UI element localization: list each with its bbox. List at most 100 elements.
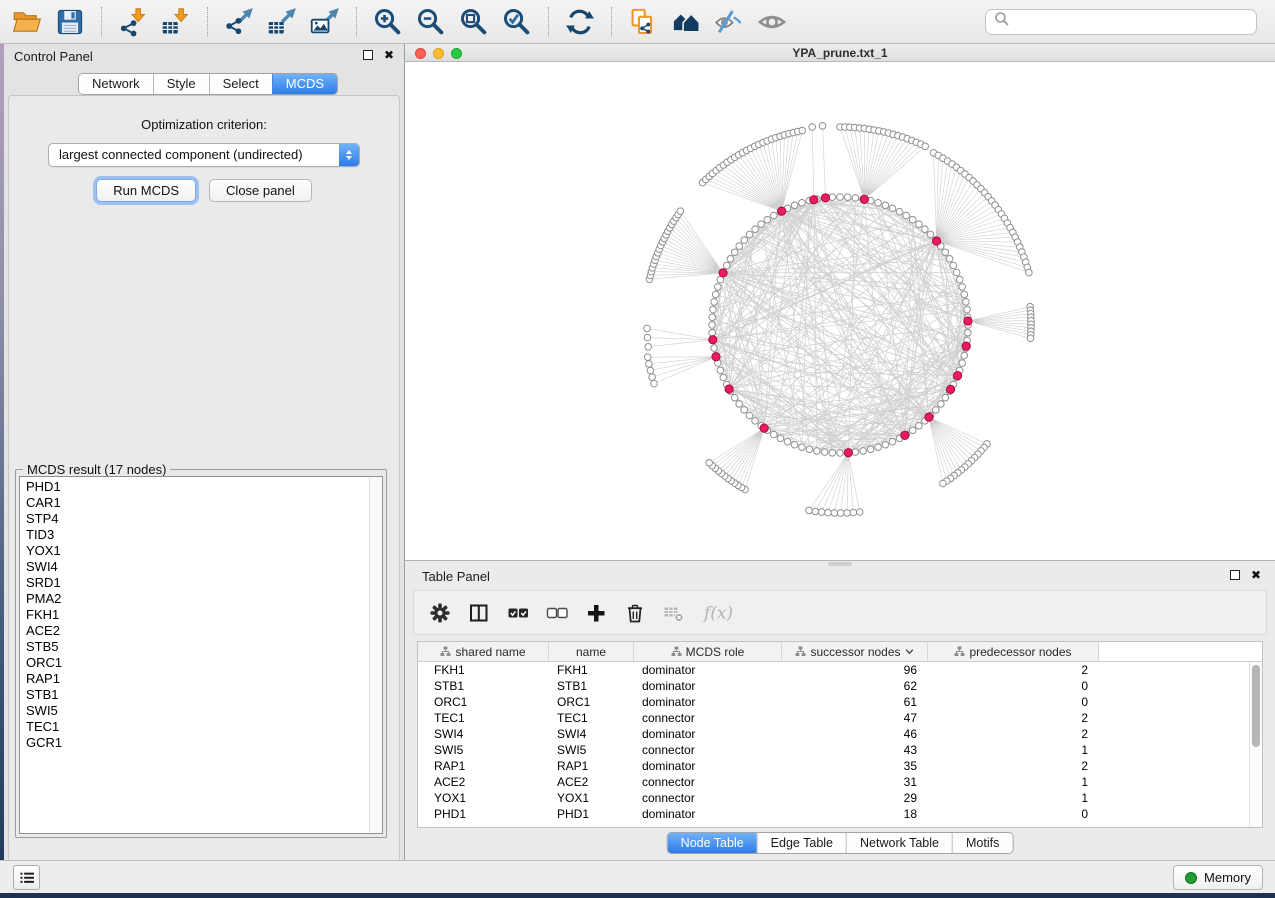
tab-mcds[interactable]: MCDS bbox=[272, 74, 337, 94]
add-row-icon[interactable] bbox=[585, 602, 607, 624]
table-scrollbar[interactable] bbox=[1249, 662, 1262, 827]
table-row-stb1[interactable]: STB1STB1dominator620 bbox=[418, 678, 1262, 694]
network-window-title: YPA_prune.txt_1 bbox=[405, 46, 1275, 60]
function-builder-icon-disabled: f(x) bbox=[702, 602, 736, 624]
desktop-edge bbox=[0, 893, 1275, 898]
cell: 1 bbox=[928, 774, 1099, 790]
search-box[interactable] bbox=[985, 9, 1257, 35]
open-file-icon[interactable] bbox=[10, 6, 44, 38]
table-row-tec1[interactable]: TEC1TEC1connector472 bbox=[418, 710, 1262, 726]
clone-network-icon[interactable] bbox=[626, 6, 660, 38]
select-all-icon[interactable] bbox=[507, 602, 529, 624]
table-row-phd1[interactable]: PHD1PHD1dominator180 bbox=[418, 806, 1262, 822]
result-node-pma2[interactable]: PMA2 bbox=[20, 591, 382, 607]
close-panel-button[interactable]: Close panel bbox=[209, 179, 312, 202]
result-node-yox1[interactable]: YOX1 bbox=[20, 543, 382, 559]
result-node-fkh1[interactable]: FKH1 bbox=[20, 607, 382, 623]
cell: ACE2 bbox=[418, 774, 549, 790]
optimization-label: Optimization criterion: bbox=[9, 117, 399, 132]
export-table-icon[interactable] bbox=[265, 6, 299, 38]
close-panel-icon[interactable]: ✖ bbox=[384, 50, 394, 60]
network-view[interactable] bbox=[405, 62, 1275, 560]
result-node-rap1[interactable]: RAP1 bbox=[20, 671, 382, 687]
search-input[interactable] bbox=[1016, 14, 1248, 29]
column-header-successor-nodes[interactable]: successor nodes bbox=[782, 642, 928, 661]
network-window-titlebar[interactable]: YPA_prune.txt_1 bbox=[405, 44, 1275, 62]
scrollbar-thumb[interactable] bbox=[1252, 665, 1260, 747]
result-node-gcr1[interactable]: GCR1 bbox=[20, 735, 382, 751]
table-row-swi4[interactable]: SWI4SWI4dominator462 bbox=[418, 726, 1262, 742]
network-graph[interactable] bbox=[405, 62, 1275, 560]
zoom-out-icon[interactable] bbox=[414, 6, 448, 38]
result-node-ace2[interactable]: ACE2 bbox=[20, 623, 382, 639]
first-neighbors-icon[interactable] bbox=[669, 6, 703, 38]
cell: SWI5 bbox=[549, 742, 634, 758]
table-panel-title: Table Panel bbox=[422, 569, 490, 584]
tab-network-table[interactable]: Network Table bbox=[846, 833, 952, 853]
task-history-button[interactable] bbox=[13, 865, 40, 890]
import-table-icon[interactable] bbox=[159, 6, 193, 38]
cell: dominator bbox=[634, 806, 782, 822]
export-image-icon[interactable] bbox=[308, 6, 342, 38]
table-row-rap1[interactable]: RAP1RAP1dominator352 bbox=[418, 758, 1262, 774]
tab-network[interactable]: Network bbox=[79, 74, 153, 94]
table-row-orc1[interactable]: ORC1ORC1dominator610 bbox=[418, 694, 1262, 710]
export-network-icon[interactable] bbox=[222, 6, 256, 38]
cell: dominator bbox=[634, 726, 782, 742]
splitter-handle[interactable] bbox=[828, 562, 852, 566]
result-node-orc1[interactable]: ORC1 bbox=[20, 655, 382, 671]
mcds-result-group: MCDS result (17 nodes) PHD1CAR1STP4TID3Y… bbox=[15, 469, 387, 838]
status-bar: Memory bbox=[0, 860, 1275, 893]
run-mcds-button[interactable]: Run MCDS bbox=[96, 179, 196, 202]
close-panel-icon[interactable]: ✖ bbox=[1251, 570, 1261, 580]
tab-style[interactable]: Style bbox=[153, 74, 209, 94]
cell: FKH1 bbox=[418, 662, 549, 678]
tab-select[interactable]: Select bbox=[209, 74, 272, 94]
tab-motifs[interactable]: Motifs bbox=[952, 833, 1012, 853]
show-all-icon[interactable] bbox=[755, 6, 789, 38]
settings-icon[interactable] bbox=[429, 602, 451, 624]
table-row-ace2[interactable]: ACE2ACE2connector311 bbox=[418, 774, 1262, 790]
show-columns-icon[interactable] bbox=[468, 602, 490, 624]
column-header-mcds-role[interactable]: MCDS role bbox=[634, 642, 782, 661]
table-row-swi5[interactable]: SWI5SWI5connector431 bbox=[418, 742, 1262, 758]
memory-button[interactable]: Memory bbox=[1173, 865, 1263, 890]
column-header-name[interactable]: name bbox=[549, 642, 634, 661]
result-node-tid3[interactable]: TID3 bbox=[20, 527, 382, 543]
column-header-predecessor-nodes[interactable]: predecessor nodes bbox=[928, 642, 1099, 661]
toolbar-separator bbox=[356, 7, 357, 37]
tab-edge-table[interactable]: Edge Table bbox=[757, 833, 846, 853]
toolbar-separator bbox=[207, 7, 208, 37]
hide-selected-icon[interactable] bbox=[712, 6, 746, 38]
result-node-car1[interactable]: CAR1 bbox=[20, 495, 382, 511]
table-row-yox1[interactable]: YOX1YOX1connector291 bbox=[418, 790, 1262, 806]
result-node-tec1[interactable]: TEC1 bbox=[20, 719, 382, 735]
refresh-view-icon[interactable] bbox=[563, 6, 597, 38]
table-toolbar: f(x) bbox=[413, 590, 1267, 635]
cell: PHD1 bbox=[549, 806, 634, 822]
result-list-scrollbar[interactable] bbox=[369, 477, 382, 833]
column-header-shared-name[interactable]: shared name bbox=[418, 642, 549, 661]
result-node-phd1[interactable]: PHD1 bbox=[20, 479, 382, 495]
zoom-fit-icon[interactable] bbox=[457, 6, 491, 38]
criterion-select[interactable]: largest connected component (undirected) bbox=[48, 143, 360, 167]
zoom-selected-icon[interactable] bbox=[500, 6, 534, 38]
cell: FKH1 bbox=[549, 662, 634, 678]
cell: STB1 bbox=[549, 678, 634, 694]
zoom-in-icon[interactable] bbox=[371, 6, 405, 38]
result-node-swi4[interactable]: SWI4 bbox=[20, 559, 382, 575]
table-row-fkh1[interactable]: FKH1FKH1dominator962 bbox=[418, 662, 1262, 678]
float-panel-icon[interactable] bbox=[363, 50, 373, 60]
result-node-srd1[interactable]: SRD1 bbox=[20, 575, 382, 591]
save-session-icon[interactable] bbox=[53, 6, 87, 38]
delete-row-icon[interactable] bbox=[624, 602, 646, 624]
float-panel-icon[interactable] bbox=[1230, 570, 1240, 580]
result-node-swi5[interactable]: SWI5 bbox=[20, 703, 382, 719]
tab-node-table[interactable]: Node Table bbox=[668, 833, 757, 853]
import-network-icon[interactable] bbox=[116, 6, 150, 38]
result-node-stp4[interactable]: STP4 bbox=[20, 511, 382, 527]
cell: 1 bbox=[928, 790, 1099, 806]
result-node-stb5[interactable]: STB5 bbox=[20, 639, 382, 655]
deselect-all-icon[interactable] bbox=[546, 602, 568, 624]
result-node-stb1[interactable]: STB1 bbox=[20, 687, 382, 703]
